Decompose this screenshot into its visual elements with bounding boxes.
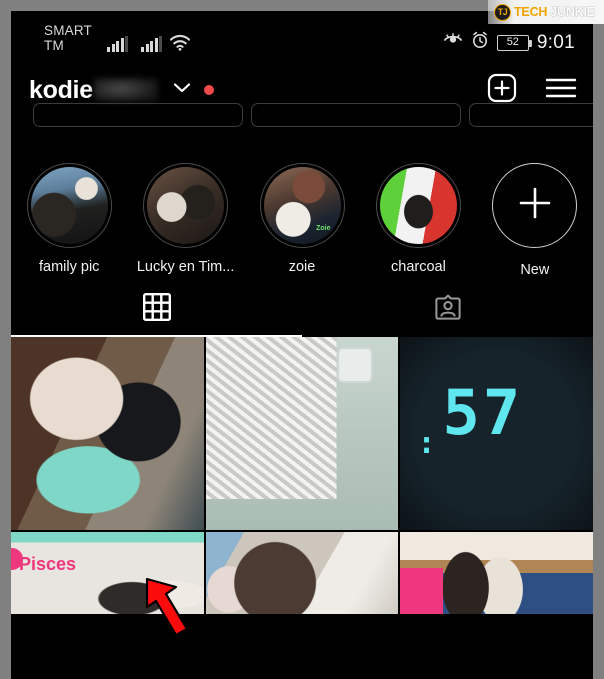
- screenshot-frame: SMART TM 52 9:01 kodie family pic Lucky …: [0, 0, 604, 679]
- discover-people-button[interactable]: [469, 103, 593, 127]
- highlight-thumbnail: [379, 167, 457, 244]
- wifi-icon: [169, 34, 191, 56]
- highlight-thumbnail: Zoie: [263, 167, 341, 244]
- led-colon: :: [417, 425, 439, 461]
- grid-icon: [142, 292, 171, 326]
- eye-icon: [443, 33, 463, 52]
- battery-level-label: 52: [506, 36, 519, 48]
- profile-username[interactable]: kodie: [29, 76, 93, 105]
- highlight-label: family pic: [38, 259, 100, 275]
- highlight-label: Lucky en Tim...: [136, 259, 235, 275]
- hamburger-menu-icon[interactable]: [545, 76, 577, 105]
- pisces-sticker-label: Pisces: [19, 553, 77, 574]
- plus-icon: [515, 183, 555, 228]
- highlight-label: charcoal: [391, 259, 446, 275]
- highlight-ring: [143, 163, 229, 248]
- grid-post-2[interactable]: [205, 337, 399, 530]
- highlight-item-family-pic[interactable]: family pic: [11, 163, 127, 275]
- highlight-item-lucky-en-tim[interactable]: Lucky en Tim...: [127, 163, 243, 275]
- carrier-line-2: TM: [44, 38, 64, 53]
- highlight-item-zoie[interactable]: Zoie zoie: [244, 163, 360, 275]
- signal-bars-icon-sim1: [107, 36, 128, 52]
- share-profile-button[interactable]: [251, 103, 461, 127]
- highlight-item-new[interactable]: New: [477, 163, 593, 278]
- status-bar-right-group: 52 9:01: [443, 31, 575, 54]
- grid-post-3[interactable]: 57 :: [400, 337, 593, 530]
- grid-post-4[interactable]: Pisces: [11, 531, 204, 614]
- highlight-thumbnail: [147, 167, 225, 244]
- posts-grid: 57 : Pisces: [11, 337, 593, 614]
- grid-post-6[interactable]: [400, 531, 593, 614]
- highlight-ring: [26, 163, 112, 248]
- profile-action-buttons-row: [11, 103, 593, 141]
- highlight-ring: Zoie: [259, 163, 345, 248]
- notification-dot: [203, 85, 214, 95]
- highlight-overlay-text: Zoie: [316, 225, 331, 232]
- tagged-person-icon: [434, 293, 462, 326]
- watermark-text-junkie: JUNKIE: [550, 5, 595, 19]
- clock-label: 9:01: [536, 31, 575, 53]
- highlight-label: zoie: [288, 259, 316, 275]
- edit-profile-button[interactable]: [33, 103, 243, 127]
- profile-tabs: [11, 281, 593, 337]
- tab-tagged[interactable]: [302, 281, 593, 337]
- tab-grid[interactable]: [11, 281, 302, 337]
- techjunkie-logo-icon: TJ: [494, 3, 511, 21]
- carrier-label: SMART TM: [44, 23, 92, 53]
- phone-screen: SMART TM 52 9:01 kodie family pic Lucky …: [11, 11, 593, 679]
- chevron-down-icon[interactable]: [172, 81, 192, 99]
- profile-username-blurred: [93, 78, 158, 102]
- led-clock-digits: 57: [442, 375, 524, 449]
- highlight-ring: [375, 163, 461, 248]
- grid-post-5[interactable]: [205, 531, 399, 614]
- highlight-item-charcoal[interactable]: charcoal: [360, 163, 476, 275]
- highlight-label: New: [520, 262, 550, 278]
- carrier-line-1: SMART: [44, 23, 93, 38]
- battery-indicator: 52: [496, 34, 532, 51]
- story-highlights-row[interactable]: family pic Lucky en Tim... Zoie zoie cha…: [11, 141, 593, 281]
- new-highlight-ring: [492, 163, 578, 248]
- signal-bars-icon-sim2: [141, 36, 162, 52]
- watermark-text-tech: TECH: [514, 5, 548, 19]
- alarm-clock-icon: [471, 31, 489, 54]
- techjunkie-watermark: TJ TECH JUNKIE: [488, 0, 604, 24]
- highlight-thumbnail: [30, 167, 108, 244]
- grid-post-1[interactable]: [11, 337, 204, 530]
